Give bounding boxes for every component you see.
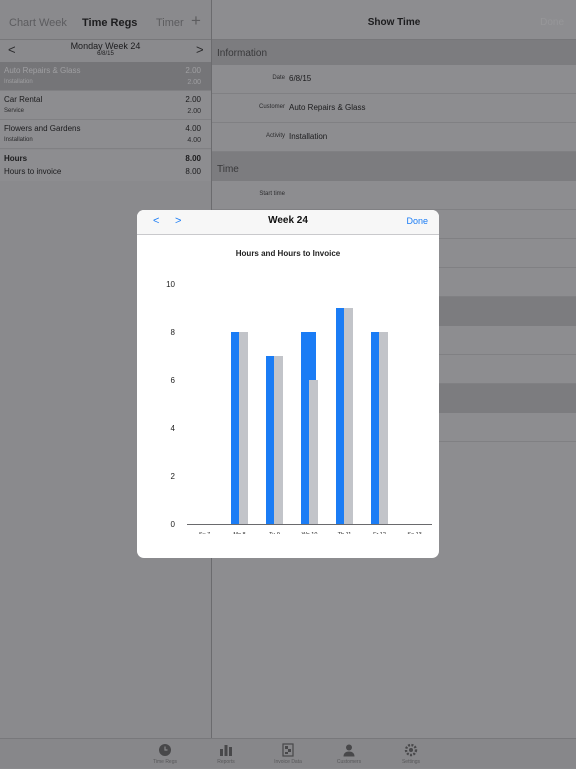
hours-bar-chart: 0 2 4 6 8 10 Su 7 Mo 8 Tu 9 We 10 Th 11 Fr 12 Sa 13	[166, 280, 432, 534]
popover-toolbar: < > Week 24 Done	[137, 210, 439, 235]
invoice-hours-bar	[274, 356, 283, 524]
y-tick-label: 2	[171, 472, 176, 481]
invoice-hours-bar	[344, 308, 353, 524]
y-tick-label: 6	[171, 376, 176, 385]
x-tick-label: We 10	[302, 532, 318, 534]
week-chart-popover: < > Week 24 Done Hours and Hours to Invo…	[137, 210, 439, 558]
popover-done-button[interactable]: Done	[406, 216, 428, 226]
x-tick-label: Fr 12	[373, 532, 386, 534]
x-tick-label: Mo 8	[233, 532, 245, 534]
popover-title: Week 24	[268, 215, 308, 226]
x-tick-label: Th 11	[338, 532, 352, 534]
x-tick-label: Tu 9	[269, 532, 280, 534]
y-tick-label: 4	[171, 424, 176, 433]
invoice-hours-bar	[309, 380, 318, 524]
invoice-hours-bar	[239, 332, 248, 524]
y-tick-label: 0	[171, 520, 176, 529]
invoice-hours-bar	[379, 332, 388, 524]
x-tick-label: Sa 13	[407, 532, 421, 534]
y-tick-label: 10	[166, 280, 175, 289]
x-tick-label: Su 7	[199, 532, 210, 534]
y-tick-label: 8	[171, 328, 176, 337]
